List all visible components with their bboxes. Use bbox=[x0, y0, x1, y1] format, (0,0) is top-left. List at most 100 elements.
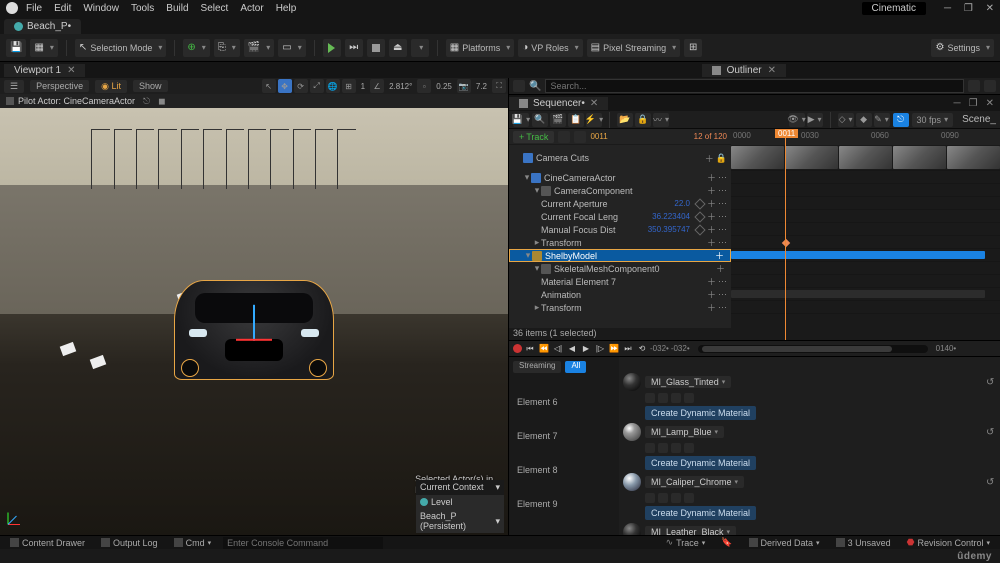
context-dropdown[interactable]: Current Context▾ Level Beach_P (Persiste… bbox=[416, 480, 504, 533]
derived-data-dropdown[interactable]: Derived Data▾ bbox=[745, 538, 824, 548]
track-shelby-model[interactable]: ▾ ShelbyModel ＋ bbox=[509, 249, 731, 262]
seq-curve-button[interactable]: 〰 bbox=[653, 113, 669, 127]
seq-close-icon[interactable]: ✕ bbox=[986, 98, 994, 109]
extra-button[interactable]: ⊞ bbox=[684, 39, 702, 57]
use-icon[interactable] bbox=[658, 443, 668, 453]
add-button[interactable]: ⊕ bbox=[183, 39, 209, 57]
find-icon[interactable] bbox=[671, 493, 681, 503]
track-transform[interactable]: ▸Transform ＋⋯ bbox=[509, 236, 731, 249]
viewport-options[interactable]: ☰ bbox=[4, 80, 24, 93]
create-dynamic-button[interactable]: Create Dynamic Material bbox=[645, 506, 756, 520]
world-local[interactable]: 🌐 bbox=[326, 79, 340, 93]
settings-dropdown[interactable]: ⚙ Settings bbox=[931, 39, 994, 57]
snap-angle[interactable]: ∠ bbox=[370, 79, 384, 93]
play-button[interactable] bbox=[323, 39, 341, 57]
range-end[interactable]: 0140• bbox=[936, 344, 957, 353]
rotate-tool[interactable]: ⟳ bbox=[294, 79, 308, 93]
filter-all[interactable]: All bbox=[565, 361, 586, 373]
material-thumbnail[interactable] bbox=[623, 423, 641, 441]
perspective-dropdown[interactable]: Perspective bbox=[30, 80, 89, 92]
browse-icon[interactable] bbox=[645, 493, 655, 503]
seq-snap-button[interactable]: ⎋ bbox=[893, 113, 909, 127]
skip-button[interactable]: ⏭ bbox=[345, 39, 363, 57]
track-camera-component[interactable]: ▾ CameraComponent ＋⋯ bbox=[509, 184, 731, 197]
timeline-ruler[interactable]: 0000 0030 0060 0090 0120 bbox=[731, 129, 1000, 145]
level-tab[interactable]: Beach_P• bbox=[4, 19, 81, 34]
keyframe-icon[interactable] bbox=[694, 224, 705, 235]
filter-streaming[interactable]: Streaming bbox=[513, 361, 561, 373]
filter-icon[interactable] bbox=[513, 80, 525, 92]
working-start[interactable]: -032• bbox=[671, 344, 690, 353]
viewport-tab[interactable]: Viewport 1 ✕ bbox=[4, 64, 85, 77]
sequencer-timeline[interactable]: 0000 0030 0060 0090 0120 bbox=[731, 129, 1000, 340]
play-options[interactable] bbox=[411, 39, 429, 57]
blueprints-button[interactable]: ⎘ bbox=[214, 39, 240, 57]
pilot-eject-icon[interactable]: ⎋ bbox=[143, 96, 150, 107]
use-icon[interactable] bbox=[658, 493, 668, 503]
viewport-3d[interactable]: Selected Actor(s) in Beach_P (Persistent… bbox=[0, 108, 508, 537]
translate-tool[interactable]: ✥ bbox=[278, 79, 292, 93]
material-thumbnail[interactable] bbox=[623, 373, 641, 391]
current-frame[interactable]: 0011 bbox=[590, 132, 607, 141]
menu-actor[interactable]: Actor bbox=[240, 3, 263, 14]
seq-lock-button[interactable]: 🔒 bbox=[635, 113, 651, 127]
track-focal-length[interactable]: Current Focal Leng 36.223404 ＋⋯ bbox=[509, 210, 731, 223]
scale-tool[interactable]: ⤢ bbox=[310, 79, 324, 93]
lock-icon[interactable]: 🔒 bbox=[716, 153, 727, 164]
keyframe-icon[interactable] bbox=[694, 198, 705, 209]
range-start[interactable]: -032• bbox=[650, 344, 669, 353]
console-input[interactable] bbox=[223, 537, 383, 549]
snap-angle-value[interactable]: 2.812° bbox=[386, 82, 415, 91]
use-icon[interactable] bbox=[658, 393, 668, 403]
revision-dropdown[interactable]: ⬣Revision Control▾ bbox=[903, 537, 994, 548]
menu-file[interactable]: File bbox=[26, 3, 42, 14]
seq-filter-icon[interactable] bbox=[574, 131, 586, 143]
seq-eye-button[interactable]: 👁 bbox=[789, 113, 805, 127]
seq-edit-button[interactable]: ✎ bbox=[874, 113, 890, 127]
seq-director-button[interactable]: 📋 bbox=[568, 113, 584, 127]
seq-find-button[interactable]: 🔍 bbox=[532, 113, 548, 127]
material-dropdown[interactable]: MI_Caliper_Chrome bbox=[645, 476, 744, 488]
step-back-button[interactable]: ⏪ bbox=[538, 344, 550, 354]
track-skeletal-mesh[interactable]: ▾ SkeletalMeshComponent0 ＋ bbox=[509, 262, 731, 275]
keyframe[interactable] bbox=[782, 239, 790, 247]
pilot-stop-icon[interactable]: ◼ bbox=[158, 96, 165, 107]
reset-s-icon[interactable] bbox=[684, 393, 694, 403]
snap-scale[interactable]: ▫ bbox=[417, 79, 431, 93]
close-outliner-icon[interactable]: ✕ bbox=[768, 65, 776, 76]
seq-save-button[interactable]: 💾 bbox=[513, 113, 529, 127]
trace-dropdown[interactable]: ∿Trace▾ bbox=[662, 537, 710, 548]
seq-open-button[interactable]: 📂 bbox=[617, 113, 633, 127]
cinematics-button[interactable]: 🎬 bbox=[244, 39, 274, 57]
folder-icon[interactable] bbox=[968, 80, 980, 92]
close-icon[interactable]: ✕ bbox=[986, 3, 994, 14]
vp-roles-dropdown[interactable]: ◑ VP Roles bbox=[518, 39, 582, 57]
create-dynamic-button[interactable]: Create Dynamic Material bbox=[645, 406, 756, 420]
menu-select[interactable]: Select bbox=[201, 3, 229, 14]
output-log-button[interactable]: Output Log bbox=[97, 538, 162, 548]
reset-s-icon[interactable] bbox=[684, 493, 694, 503]
transform-gizmo[interactable] bbox=[253, 304, 255, 340]
browse-icon[interactable] bbox=[645, 393, 655, 403]
content-drawer-button[interactable]: Content Drawer bbox=[6, 538, 89, 548]
add-track-button[interactable]: Track bbox=[513, 131, 554, 143]
sequencer-tab[interactable]: Sequencer• ✕ bbox=[509, 97, 608, 110]
car-actor[interactable] bbox=[174, 280, 334, 380]
show-dropdown[interactable]: Show bbox=[133, 80, 168, 92]
menu-help[interactable]: Help bbox=[276, 3, 297, 14]
close-tab-icon[interactable]: ✕ bbox=[67, 65, 75, 76]
modes-dropdown[interactable]: ▦ bbox=[30, 39, 57, 57]
stop-button[interactable] bbox=[367, 39, 385, 57]
seq-key-button[interactable]: ◇ bbox=[838, 113, 854, 127]
playhead[interactable] bbox=[785, 129, 786, 340]
material-thumbnail[interactable] bbox=[623, 473, 641, 491]
track-material-7[interactable]: Material Element 7 ＋⋯ bbox=[509, 275, 731, 288]
seq-render-button[interactable]: 🎬 bbox=[550, 113, 566, 127]
material-dropdown[interactable]: MI_Lamp_Blue bbox=[645, 426, 724, 438]
record-button[interactable] bbox=[513, 344, 522, 353]
fps-dropdown[interactable]: 30 fps bbox=[912, 113, 954, 127]
next-key-button[interactable]: |▷ bbox=[594, 344, 606, 354]
close-seq-icon[interactable]: ✕ bbox=[590, 98, 598, 109]
browse-icon[interactable] bbox=[645, 443, 655, 453]
track-cine-camera[interactable]: ▾ CineCameraActor ＋ ⋯ bbox=[509, 171, 731, 184]
